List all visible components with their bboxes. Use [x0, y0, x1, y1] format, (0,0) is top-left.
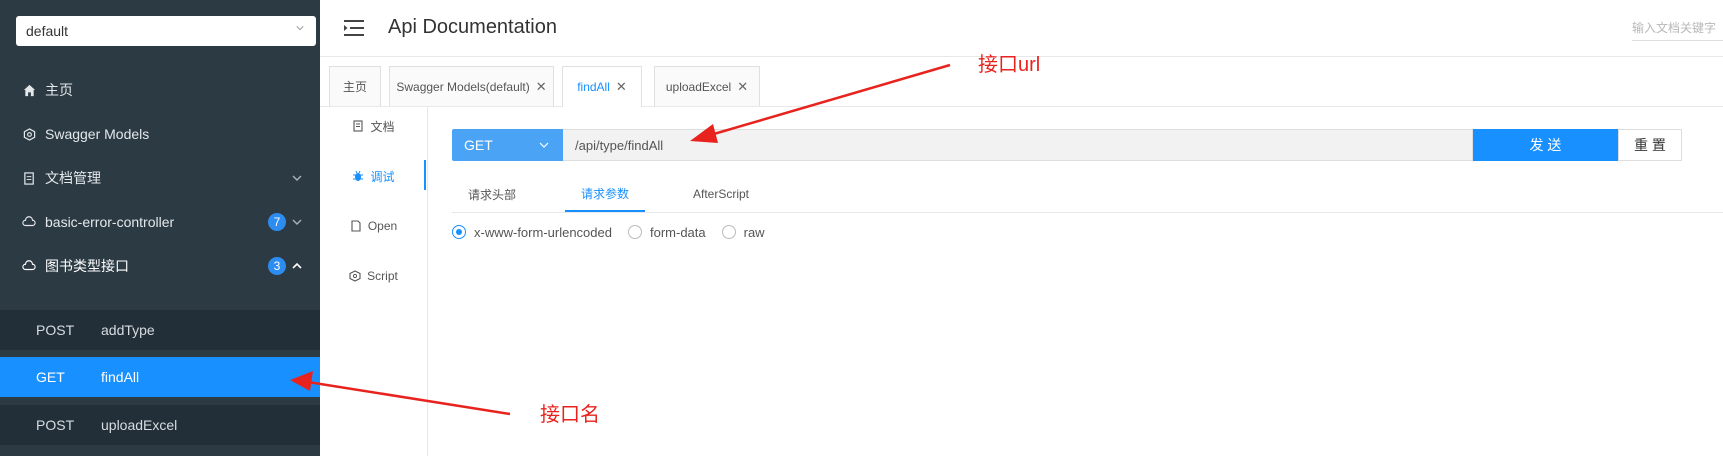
sidebar-item-book-type-api[interactable]: 图书类型接口 3 — [0, 246, 320, 286]
radio-x-www-form-urlencoded[interactable]: x-www-form-urlencoded — [452, 225, 612, 240]
bug-icon — [352, 170, 364, 182]
count-badge: 3 — [268, 257, 286, 275]
search-input[interactable] — [1632, 16, 1723, 41]
file-icon — [350, 220, 362, 232]
annotation-name-label: 接口名 — [540, 404, 600, 426]
api-item-addtype[interactable]: POST addType — [0, 310, 320, 350]
document-icon — [22, 171, 36, 185]
method-select[interactable]: GET — [452, 129, 563, 161]
settings-icon — [22, 127, 36, 141]
tab-uploadexcel[interactable]: uploadExcel ✕ — [654, 66, 760, 106]
sidebar-item-label: 文档管理 — [45, 170, 101, 186]
vtab-label: 文档 — [370, 119, 395, 134]
active-tab-indicator — [424, 160, 426, 190]
sidebar: default 主页 Swagger Models 文档管理 basic-err… — [0, 0, 320, 456]
menu-collapse-icon[interactable] — [344, 19, 364, 37]
cloud-icon — [22, 259, 36, 273]
home-icon — [22, 83, 36, 97]
radio-dot-icon — [627, 225, 642, 239]
tab-findall[interactable]: findAll ✕ — [562, 66, 642, 107]
vtab-script[interactable]: Script — [320, 256, 427, 296]
sidebar-item-basic-error-controller[interactable]: basic-error-controller 7 — [0, 202, 320, 242]
sidebar-item-swagger-models[interactable]: Swagger Models — [0, 114, 320, 154]
tab-label: 主页 — [342, 80, 367, 94]
chevron-down-icon — [292, 219, 302, 225]
tab-request-params[interactable]: 请求参数 — [565, 176, 645, 212]
radio-label: raw — [743, 224, 765, 240]
api-item-findall[interactable]: GET findAll — [0, 357, 320, 397]
chevron-down-icon — [539, 142, 549, 148]
radio-form-data[interactable]: form-data — [627, 224, 706, 240]
group-select[interactable]: default — [16, 16, 316, 46]
content-type-radio-group: x-www-form-urlencoded form-data raw — [452, 222, 781, 242]
close-icon[interactable]: ✕ — [616, 79, 627, 95]
cloud-icon — [22, 215, 36, 229]
sidebar-item-label: 图书类型接口 — [45, 258, 129, 274]
chevron-up-icon — [292, 262, 302, 269]
tab-label: findAll — [577, 80, 610, 94]
radio-label: form-data — [649, 224, 706, 240]
chevron-down-icon — [296, 26, 304, 31]
sidebar-item-label: 主页 — [45, 82, 73, 98]
tab-label: uploadExcel — [665, 79, 732, 94]
code-icon — [349, 270, 361, 282]
api-name: uploadExcel — [101, 417, 178, 433]
request-tabs: 请求头部 请求参数 AfterScript — [452, 176, 1723, 213]
tab-label: Swagger Models(default) — [396, 79, 530, 94]
annotation-url-label: 接口url — [978, 54, 1041, 76]
radio-raw[interactable]: raw — [721, 224, 765, 240]
api-name: findAll — [101, 369, 140, 385]
api-item-uploadexcel[interactable]: POST uploadExcel — [0, 405, 320, 445]
radio-dot-icon — [721, 225, 736, 239]
vtab-label: Open — [367, 219, 398, 233]
close-icon[interactable]: ✕ — [536, 79, 547, 95]
document-icon — [352, 120, 364, 132]
sidebar-item-label: Swagger Models — [45, 126, 150, 142]
vtab-label: Script — [367, 269, 398, 283]
radio-dot-icon — [452, 225, 466, 239]
vtab-debug[interactable]: 调试 — [320, 156, 427, 196]
tab-request-headers[interactable]: 请求头部 — [468, 176, 516, 212]
vtab-open[interactable]: Open — [320, 206, 427, 246]
chevron-down-icon — [292, 175, 302, 181]
tab-swagger-models[interactable]: Swagger Models(default) ✕ — [389, 66, 554, 106]
method-select-value: GET — [464, 137, 493, 153]
radio-label: x-www-form-urlencoded — [474, 224, 612, 240]
tab-home[interactable]: 主页 — [329, 66, 381, 106]
send-button[interactable]: 发 送 — [1473, 129, 1618, 161]
page-title: Api Documentation — [388, 16, 557, 38]
url-input[interactable] — [563, 129, 1473, 161]
vtab-docs[interactable]: 文档 — [320, 106, 427, 146]
http-method: POST — [36, 417, 75, 433]
reset-button[interactable]: 重 置 — [1618, 129, 1682, 161]
count-badge: 7 — [268, 213, 286, 231]
http-method: GET — [36, 369, 65, 385]
sidebar-item-home[interactable]: 主页 — [0, 70, 320, 110]
group-select-value: default — [26, 23, 69, 39]
api-name: addType — [101, 322, 155, 338]
sidebar-item-label: basic-error-controller — [45, 214, 175, 230]
tab-afterscript[interactable]: AfterScript — [693, 176, 749, 212]
vtab-label: 调试 — [370, 169, 395, 184]
close-icon[interactable]: ✕ — [737, 79, 748, 95]
doc-vertical-tabs: 文档 调试 Open Script — [320, 106, 428, 456]
sidebar-item-doc-management[interactable]: 文档管理 — [0, 158, 320, 198]
http-method: POST — [36, 322, 75, 338]
